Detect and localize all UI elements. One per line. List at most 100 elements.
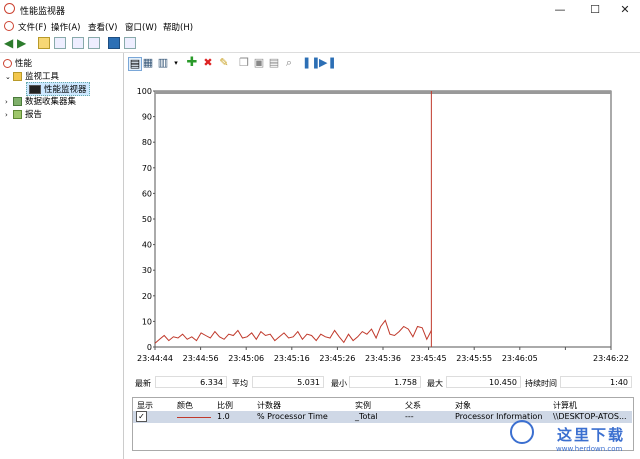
col-instance[interactable]: 实例 xyxy=(355,400,371,411)
row-counter: % Processor Time xyxy=(257,412,328,421)
chevron-down-icon[interactable]: ▾ xyxy=(170,57,182,69)
copy-icon[interactable]: ❐ xyxy=(238,57,250,69)
monitor-icon xyxy=(29,85,41,94)
show-checkbox[interactable]: ✓ xyxy=(136,411,147,422)
monitor-pane: ▤ ▦ ▥ ▾ ✚ ✖ ✎ ❐ ▣ ▤ ⌕ ❚❚ ▶❚ 0 10 20 30 40 50 6… xyxy=(124,53,640,459)
chevron-right-icon[interactable]: › xyxy=(5,111,13,119)
y-tick-label: 20 xyxy=(142,292,152,301)
window-title: 性能监视器 xyxy=(20,7,66,17)
navigation-tree: 性能 ⌄ 监视工具 性能监视器 › 数据收集器集 › 报告 xyxy=(0,53,124,459)
stat-max-value: 10.450 xyxy=(446,376,521,388)
tree-item-label: 监视工具 xyxy=(25,72,60,82)
row-scale: 1.0 xyxy=(217,412,230,421)
col-counter[interactable]: 计数器 xyxy=(257,400,281,411)
title-bar: 性能监视器 — ☐ ✕ xyxy=(0,0,640,19)
view-icon[interactable] xyxy=(124,37,136,49)
tree-item-reports[interactable]: › 报告 xyxy=(5,108,42,120)
chart-grid xyxy=(155,91,611,94)
paste-icon[interactable]: ▣ xyxy=(253,57,265,69)
show-hide-tree-icon[interactable] xyxy=(54,37,66,49)
stat-avg-value: 5.031 xyxy=(252,376,324,388)
col-parent[interactable]: 父系 xyxy=(405,400,421,411)
update-data-icon[interactable]: ▶❚ xyxy=(319,57,337,69)
y-tick-label: 50 xyxy=(142,215,152,224)
tree-item-performance[interactable]: 性能 xyxy=(3,57,32,69)
top-limit-band xyxy=(155,91,611,94)
watermark-text: 这里下载 xyxy=(557,426,626,444)
menu-view[interactable]: 查看(V) xyxy=(88,21,117,33)
tree-item-performance-monitor[interactable]: 性能监视器 xyxy=(26,82,90,96)
chevron-down-icon[interactable]: ⌄ xyxy=(5,73,13,81)
x-tick-label: 23:46:22 xyxy=(593,354,629,363)
chart-toolbar: ▤ ▦ ▥ ▾ ✚ ✖ ✎ ❐ ▣ ▤ ⌕ ❚❚ ▶❚ xyxy=(124,56,640,72)
watermark-logo-icon xyxy=(510,420,534,444)
stat-duration-label: 持续时间 xyxy=(525,379,557,388)
menu-action[interactable]: 操作(A) xyxy=(51,21,80,33)
zoom-icon[interactable]: ⌕ xyxy=(283,57,295,69)
table-row[interactable]: ✓ 1.0 % Processor Time _Total --- Proces… xyxy=(133,411,632,423)
tree-item-monitoring-tools[interactable]: ⌄ 监视工具 xyxy=(5,70,59,82)
collector-icon xyxy=(13,97,22,106)
menu-bar: 文件(F) 操作(A) 查看(V) 窗口(W) 帮助(H) xyxy=(0,19,640,34)
x-tick-label: 23:44:56 xyxy=(183,354,219,363)
menu-help[interactable]: 帮助(H) xyxy=(163,21,193,33)
stat-duration-value: 1:40 xyxy=(560,376,632,388)
x-tick-label: 23:45:06 xyxy=(228,354,264,363)
x-tick-label: 23:44:44 xyxy=(137,354,173,363)
forward-icon[interactable]: ▶ xyxy=(17,36,26,50)
tree-item-label: 性能监视器 xyxy=(44,85,87,95)
plot-area xyxy=(154,90,612,348)
x-tick-label: 23:45:16 xyxy=(274,354,310,363)
chart-view-icon[interactable]: ▤ xyxy=(128,57,142,71)
app-menu-icon[interactable] xyxy=(4,21,14,31)
help-icon[interactable] xyxy=(108,37,120,49)
row-parent: --- xyxy=(405,412,414,421)
y-axis-ticks: 0 10 20 30 40 50 60 70 80 90 100 xyxy=(137,87,155,352)
tree-item-data-collector-sets[interactable]: › 数据收集器集 xyxy=(5,95,76,107)
highlight-icon[interactable]: ✎ xyxy=(218,57,230,69)
graph-type-icon[interactable]: ▥ xyxy=(157,57,169,69)
export-icon[interactable] xyxy=(88,37,100,49)
row-instance: _Total xyxy=(355,412,378,421)
minimize-button[interactable]: — xyxy=(545,0,575,19)
series-color-swatch xyxy=(177,417,211,418)
menu-file[interactable]: 文件(F) xyxy=(18,21,47,33)
folder-icon xyxy=(13,72,22,81)
back-icon[interactable]: ◀ xyxy=(4,36,13,50)
stat-last-value: 6.334 xyxy=(155,376,227,388)
performance-chart[interactable]: 0102030405060708090100 23:44:44 23:44:56 2… xyxy=(124,73,640,375)
maximize-button[interactable]: ☐ xyxy=(580,0,610,19)
y-tick-label: 60 xyxy=(142,189,152,198)
tree-item-label: 数据收集器集 xyxy=(25,97,77,107)
watermark-url: www.herdown.com xyxy=(556,445,623,453)
col-computer[interactable]: 计算机 xyxy=(553,400,577,411)
y-tick-label: 10 xyxy=(142,317,152,326)
y-tick-label: 0 xyxy=(147,343,152,352)
properties-icon[interactable]: ▤ xyxy=(268,57,280,69)
chevron-right-icon[interactable]: › xyxy=(5,98,13,106)
main-toolbar: ◀ ▶ xyxy=(0,35,640,53)
row-object: Processor Information xyxy=(455,412,543,421)
y-tick-label: 100 xyxy=(137,87,152,96)
y-tick-label: 70 xyxy=(142,164,152,173)
up-folder-icon[interactable] xyxy=(38,37,50,49)
y-tick-label: 30 xyxy=(142,266,152,275)
menu-window[interactable]: 窗口(W) xyxy=(125,21,157,33)
row-computer: \\DESKTOP-ATOS... xyxy=(553,412,627,421)
add-counter-icon[interactable]: ✚ xyxy=(186,56,198,69)
delete-counter-icon[interactable]: ✖ xyxy=(202,57,214,69)
x-tick-label: 23:45:36 xyxy=(365,354,401,363)
x-tick-label: 23:45:45 xyxy=(411,354,447,363)
y-tick-label: 90 xyxy=(142,113,152,122)
col-scale[interactable]: 比例 xyxy=(217,400,233,411)
properties-icon[interactable] xyxy=(72,37,84,49)
freeze-display-icon[interactable]: ❚❚ xyxy=(302,57,320,69)
y-tick-label: 80 xyxy=(142,138,152,147)
x-tick-label: 23:45:55 xyxy=(456,354,492,363)
close-button[interactable]: ✕ xyxy=(610,0,640,19)
col-color[interactable]: 颜色 xyxy=(177,400,193,411)
change-graph-icon[interactable]: ▦ xyxy=(142,57,154,69)
col-object[interactable]: 对象 xyxy=(455,400,471,411)
col-show[interactable]: 显示 xyxy=(137,400,153,411)
stat-min-label: 最小 xyxy=(331,379,347,388)
